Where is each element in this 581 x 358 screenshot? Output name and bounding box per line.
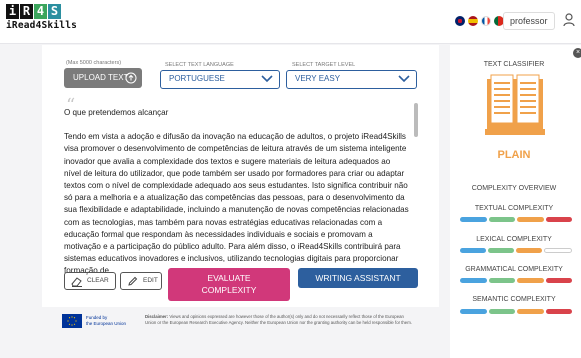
close-icon[interactable]: ×: [573, 48, 581, 58]
classifier-title: TEXT CLASSIFIER: [483, 61, 545, 68]
textual-complexity-bar: [460, 217, 572, 222]
funded-line2: the European Union: [86, 321, 127, 326]
language-switcher: [455, 16, 504, 26]
complexity-overview-title: COMPLEXITY OVERVIEW: [471, 185, 557, 192]
username-display[interactable]: professor: [503, 12, 555, 30]
edit-label: EDIT: [143, 277, 158, 284]
target-level-select[interactable]: VERY EASY: [286, 70, 417, 89]
bar-segment: [460, 309, 487, 314]
logo-letter-r: R: [20, 4, 33, 19]
disclaimer-body: Views and opinions expressed are however…: [145, 314, 412, 325]
bar-segment: [460, 278, 487, 283]
textual-complexity-label: TEXTUAL COMPLEXITY: [474, 205, 554, 212]
funded-by-text: Funded by the European Union: [86, 315, 126, 327]
bar-segment: [460, 217, 487, 222]
app-logo[interactable]: i R 4 S iRead4Skills: [6, 4, 77, 31]
writing-assistant-button[interactable]: WRITING ASSISTANT: [298, 268, 418, 288]
logo-letters: i R 4 S: [6, 4, 77, 19]
disclaimer-text: Disclaimer: Views and opinions expressed…: [145, 314, 415, 325]
evaluate-label-line2: COMPLEXITY: [201, 285, 257, 295]
bar-segment: [488, 217, 515, 222]
logo-letter-s: S: [48, 4, 61, 19]
text-language-select[interactable]: PORTUGUESE: [160, 70, 280, 89]
bar-segment: [488, 248, 514, 253]
eu-flag-icon: [62, 314, 82, 328]
chevron-down-icon: [398, 75, 410, 83]
bar-segment: [488, 309, 515, 314]
edit-button[interactable]: EDIT: [120, 272, 162, 290]
grammatical-complexity-bar: [460, 278, 572, 283]
page-footer: Funded by the European Union Disclaimer:…: [42, 307, 439, 358]
max-chars-label: (Max 5000 characters): [66, 60, 122, 66]
text-title: O que pretendemos alcançar: [64, 108, 169, 117]
disclaimer-bold: Disclaimer:: [145, 314, 169, 319]
book-icon: [485, 74, 545, 135]
evaluate-label-line1: EVALUATE: [207, 273, 251, 283]
text-language-label: SELECT TEXT LANGUAGE: [165, 62, 234, 68]
bar-segment: [460, 248, 486, 253]
semantic-complexity-label: SEMANTIC COMPLEXITY: [472, 296, 556, 303]
bar-segment: [545, 217, 572, 222]
text-body: Tendo em vista a adoção e difusão da ino…: [64, 132, 409, 276]
bar-segment: [517, 309, 544, 314]
bar-segment: [488, 278, 515, 283]
classification-result: PLAIN: [497, 149, 531, 161]
upload-text-button[interactable]: UPLOAD TEXT: [64, 68, 142, 88]
text-classifier-panel: × TEXT CLASSIFIER PLAIN COMPLEXITY OVERV…: [450, 45, 581, 358]
flag-es-icon[interactable]: [468, 16, 478, 26]
user-icon[interactable]: [563, 13, 575, 27]
evaluate-complexity-button[interactable]: EVALUATE COMPLEXITY: [168, 268, 290, 301]
bar-segment: [517, 278, 544, 283]
bar-segment: [544, 248, 572, 253]
upload-icon: [125, 72, 137, 84]
lexical-complexity-label: LEXICAL COMPLEXITY: [476, 236, 552, 243]
target-level-value: VERY EASY: [295, 74, 341, 83]
bar-segment: [517, 217, 544, 222]
lexical-complexity-bar: [460, 248, 572, 253]
grammatical-complexity-label: GRAMMATICAL COMPLEXITY: [465, 266, 563, 273]
upload-text-label: UPLOAD TEXT: [73, 73, 129, 82]
chevron-down-icon: [261, 75, 273, 83]
flag-uk-icon[interactable]: [455, 16, 465, 26]
logo-letter-4: 4: [34, 4, 47, 19]
eraser-icon: [71, 277, 82, 287]
clear-label: CLEAR: [87, 277, 109, 284]
clear-button[interactable]: CLEAR: [64, 272, 116, 290]
app-header: i R 4 S iRead4Skills professor: [0, 0, 581, 44]
text-scrollbar[interactable]: [414, 103, 418, 137]
target-level-label: SELECT TARGET LEVEL: [292, 62, 356, 68]
flag-fr-icon[interactable]: [481, 16, 491, 26]
bar-segment: [545, 309, 572, 314]
bar-segment: [516, 248, 542, 253]
text-language-value: PORTUGUESE: [169, 74, 225, 83]
logo-subtitle: iRead4Skills: [6, 20, 78, 31]
logo-letter-i: i: [6, 4, 19, 19]
semantic-complexity-bar: [460, 309, 572, 314]
bar-segment: [545, 278, 572, 283]
pencil-icon: [128, 276, 138, 286]
